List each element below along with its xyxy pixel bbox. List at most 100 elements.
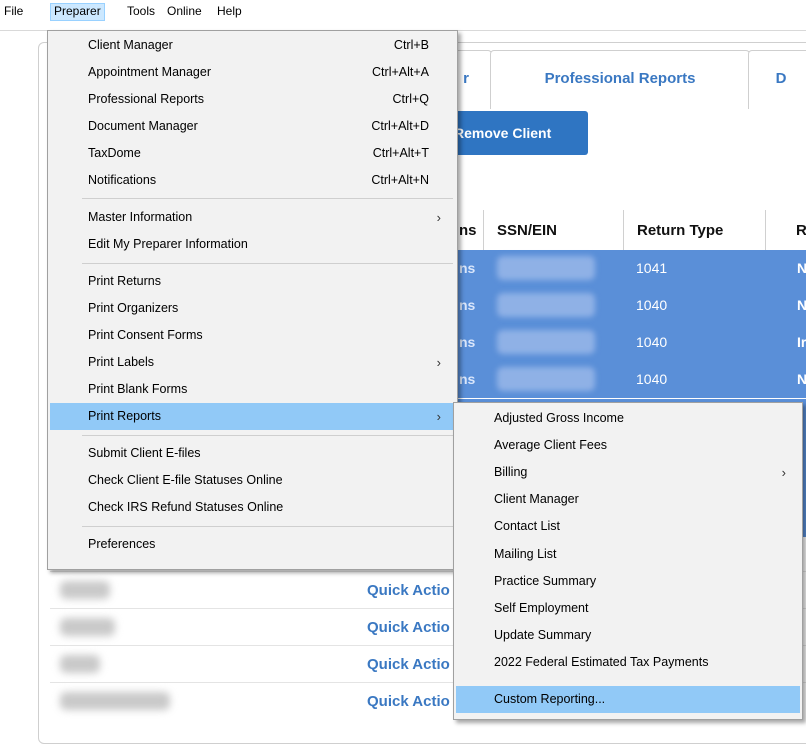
menu-item-shortcut: Ctrl+Alt+T: [372, 146, 429, 160]
quick-actions-link[interactable]: Quick Actio: [367, 609, 450, 646]
client-name-redacted: [60, 692, 170, 710]
menu-separator: [82, 198, 453, 199]
submenu-item-mailing-list[interactable]: Mailing List: [456, 541, 800, 568]
menu-item-label: TaxDome: [88, 146, 141, 160]
menu-item-master-information[interactable]: Master Information ›: [50, 204, 455, 231]
menu-item-print-blank-forms[interactable]: Print Blank Forms: [50, 376, 455, 403]
menu-online[interactable]: Online: [167, 4, 202, 20]
menu-item-label: Print Reports: [88, 409, 161, 423]
tab-professional-reports[interactable]: Professional Reports: [490, 50, 750, 109]
column-divider: [765, 210, 766, 250]
menu-item-label: Print Returns: [88, 274, 161, 288]
remove-client-button[interactable]: Remove Client: [440, 111, 588, 155]
chevron-right-icon: ›: [436, 210, 441, 225]
menu-tools[interactable]: Tools: [127, 4, 155, 20]
table-row[interactable]: ns 1040 Ir: [455, 324, 806, 361]
chevron-right-icon: ›: [781, 465, 786, 480]
submenu-item-federal-estimated-tax-payments[interactable]: 2022 Federal Estimated Tax Payments: [456, 649, 800, 676]
menu-item-label: Client Manager: [494, 492, 579, 506]
column-header-r[interactable]: R: [796, 213, 806, 249]
menu-item-label: Mailing List: [494, 547, 557, 561]
status-fragment: N: [797, 297, 806, 313]
return-type: 1041: [636, 260, 668, 276]
menu-item-notifications[interactable]: Notifications Ctrl+Alt+N: [50, 167, 455, 194]
menu-item-label: Preferences: [88, 537, 156, 551]
menu-item-label: Check IRS Refund Statuses Online: [88, 500, 284, 514]
quick-actions-link[interactable]: Quick Actio: [367, 683, 450, 720]
submenu-item-custom-reporting[interactable]: Custom Reporting...: [456, 686, 800, 713]
ssn-redacted: [497, 256, 595, 280]
submenu-item-average-client-fees[interactable]: Average Client Fees: [456, 432, 800, 459]
tab-professional-reports-label: Professional Reports: [544, 70, 696, 87]
table-row[interactable]: ns 1040 N: [455, 361, 806, 398]
menu-item-print-returns[interactable]: Print Returns: [50, 268, 455, 295]
submenu-item-practice-summary[interactable]: Practice Summary: [456, 568, 800, 595]
menubar: File Preparer Tools Online Help: [0, 0, 806, 22]
menu-item-label: Check Client E-file Statuses Online: [88, 473, 283, 487]
name-fragment: ns: [459, 371, 476, 387]
quick-actions-link[interactable]: Quick Actio: [367, 646, 450, 683]
menu-item-label: Master Information: [88, 210, 193, 224]
menu-item-label: Print Consent Forms: [88, 328, 203, 342]
ssn-redacted: [497, 367, 595, 391]
ssn-redacted: [497, 293, 595, 317]
menu-item-label: Document Manager: [88, 119, 198, 133]
menu-item-label: Print Labels: [88, 355, 155, 369]
menu-item-print-organizers[interactable]: Print Organizers: [50, 295, 455, 322]
quick-actions-link[interactable]: Quick Actio: [367, 572, 450, 609]
menu-item-label: Contact List: [494, 519, 561, 533]
menu-item-edit-preparer-information[interactable]: Edit My Preparer Information: [50, 231, 455, 258]
menu-item-submit-client-efiles[interactable]: Submit Client E-files: [50, 440, 455, 467]
menu-preparer[interactable]: Preparer: [50, 3, 105, 21]
menu-item-client-manager[interactable]: Client Manager Ctrl+B: [50, 32, 455, 59]
menu-item-taxdome[interactable]: TaxDome Ctrl+Alt+T: [50, 140, 455, 167]
menu-item-shortcut: Ctrl+Alt+D: [371, 119, 429, 133]
menu-item-label: Professional Reports: [88, 92, 205, 106]
chevron-right-icon: ›: [436, 409, 441, 424]
table-row[interactable]: ns 1040 N: [455, 287, 806, 324]
column-header-name[interactable]: ns: [459, 213, 477, 249]
menu-item-label: Billing: [494, 465, 528, 479]
menu-item-print-labels[interactable]: Print Labels ›: [50, 349, 455, 376]
table-row[interactable]: ns 1041 N: [455, 250, 806, 287]
menu-item-shortcut: Ctrl+Q: [392, 92, 429, 106]
return-type: 1040: [636, 297, 668, 313]
column-divider: [483, 210, 484, 250]
submenu-item-adjusted-gross-income[interactable]: Adjusted Gross Income: [456, 405, 800, 432]
menu-item-shortcut: Ctrl+Alt+N: [371, 173, 429, 187]
menu-item-check-irs-refund-statuses[interactable]: Check IRS Refund Statuses Online: [50, 494, 455, 521]
menu-item-label: Print Organizers: [88, 301, 179, 315]
name-fragment: ns: [459, 297, 476, 313]
column-header-ssn[interactable]: SSN/EIN: [497, 213, 557, 249]
name-fragment: ns: [459, 334, 476, 350]
menu-item-check-efile-statuses[interactable]: Check Client E-file Statuses Online: [50, 467, 455, 494]
client-name-redacted: [60, 655, 100, 673]
menu-item-appointment-manager[interactable]: Appointment Manager Ctrl+Alt+A: [50, 59, 455, 86]
chevron-right-icon: ›: [436, 355, 441, 370]
submenu-item-update-summary[interactable]: Update Summary: [456, 622, 800, 649]
menu-item-label: Update Summary: [494, 628, 592, 642]
menu-item-professional-reports[interactable]: Professional Reports Ctrl+Q: [50, 86, 455, 113]
submenu-item-billing[interactable]: Billing ›: [456, 459, 800, 486]
submenu-item-client-manager[interactable]: Client Manager: [456, 486, 800, 513]
column-header-return-type[interactable]: Return Type: [637, 213, 723, 249]
menu-help[interactable]: Help: [217, 4, 242, 20]
menu-item-print-consent-forms[interactable]: Print Consent Forms: [50, 322, 455, 349]
tab-d-label: D: [775, 70, 787, 87]
menu-item-label: Self Employment: [494, 601, 589, 615]
menu-item-print-reports[interactable]: Print Reports ›: [50, 403, 455, 430]
menu-separator: [82, 435, 453, 436]
menu-item-preferences[interactable]: Preferences: [50, 531, 455, 558]
status-fragment: Ir: [797, 334, 806, 350]
submenu-item-contact-list[interactable]: Contact List: [456, 513, 800, 540]
tab-d-partial[interactable]: D: [748, 50, 806, 109]
menu-file[interactable]: File: [4, 4, 23, 20]
menu-item-label: Appointment Manager: [88, 65, 211, 79]
menu-item-shortcut: Ctrl+Alt+A: [372, 65, 429, 79]
menu-item-label: Print Blank Forms: [88, 382, 188, 396]
menu-item-label: Client Manager: [88, 38, 173, 52]
menu-item-label: Submit Client E-files: [88, 446, 201, 460]
menu-item-shortcut: Ctrl+B: [393, 38, 429, 52]
menu-item-document-manager[interactable]: Document Manager Ctrl+Alt+D: [50, 113, 455, 140]
submenu-item-self-employment[interactable]: Self Employment: [456, 595, 800, 622]
